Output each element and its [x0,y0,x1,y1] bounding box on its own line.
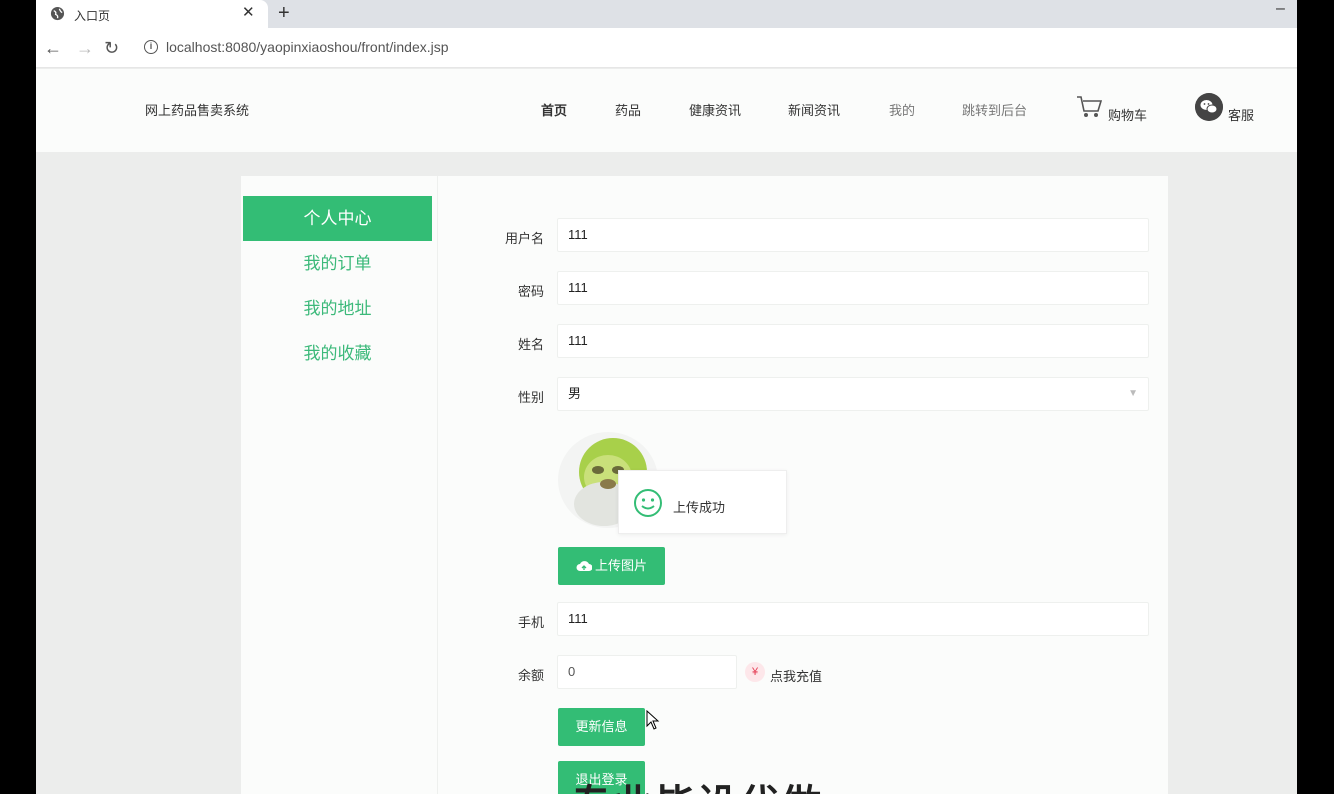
browser-window: 入口页 ✕ + – ← → ↻ i localhost:8080/yaopinx… [36,0,1297,794]
user-sidebar: 个人中心 我的订单 我的地址 我的收藏 [243,196,432,376]
minimize-button[interactable]: – [1276,0,1285,18]
address-bar: ← → ↻ i localhost:8080/yaopinxiaoshou/fr… [36,28,1297,68]
back-arrow-icon[interactable]: ← [44,38,62,58]
smile-icon [634,489,662,517]
cart-label[interactable]: 购物车 [1108,105,1147,124]
browser-tab[interactable]: 入口页 ✕ [36,0,268,28]
password-field[interactable]: 111 [557,271,1149,305]
cloud-upload-icon [576,561,592,571]
shopping-cart-icon[interactable] [1076,95,1104,119]
screen: 入口页 ✕ + – ← → ↻ i localhost:8080/yaopinx… [0,0,1334,794]
nav-item-home[interactable]: 首页 [541,100,567,119]
sidebar-item-orders[interactable]: 我的订单 [243,241,432,286]
name-field[interactable]: 111 [557,324,1149,358]
phone-label: 手机 [517,615,544,630]
gender-select[interactable]: 男 ▼ [557,377,1149,411]
mouse-cursor-icon [646,710,660,730]
gender-value: 男 [568,386,582,401]
globe-icon [50,6,65,21]
nav-item-medicine[interactable]: 药品 [615,100,641,119]
tab-title: 入口页 [74,9,111,23]
balance-label: 余额 [517,668,544,683]
site-title: 网上药品售卖系统 [145,103,250,118]
username-label: 用户名 [504,231,544,246]
upload-button-label: 上传图片 [594,558,647,573]
toast-message: 上传成功 [673,500,726,515]
site-header: 网上药品售卖系统 首页 药品 健康资讯 新闻资讯 我的 跳转到后台 购物车 客服 [36,69,1297,152]
sidebar-item-profile[interactable]: 个人中心 [243,196,432,241]
user-center-panel: 个人中心 我的订单 我的地址 我的收藏 用户名 111 密码 111 姓名 11… [241,176,1168,794]
nav-item-mine[interactable]: 我的 [889,100,915,119]
chevron-down-icon: ▼ [1128,388,1138,399]
reload-icon[interactable]: ↻ [104,38,119,58]
recharge-link[interactable]: 点我充值 [770,666,822,685]
name-label: 姓名 [517,337,544,352]
sidebar-item-address[interactable]: 我的地址 [243,286,432,331]
tab-bar: 入口页 ✕ + – [36,0,1297,28]
watermark-overlay: 专业毕设代做 [571,772,823,794]
tab-close-icon[interactable]: ✕ [242,4,255,22]
password-label: 密码 [517,284,544,299]
nav-item-news[interactable]: 新闻资讯 [788,100,840,119]
site-info-icon[interactable]: i [144,40,158,54]
yen-icon[interactable]: ¥ [745,662,765,682]
new-tab-button[interactable]: + [278,2,290,24]
forward-arrow-icon[interactable]: → [76,38,94,58]
upload-success-toast: 上传成功 [618,470,787,534]
phone-field[interactable]: 111 [557,602,1149,636]
wechat-icon[interactable] [1195,93,1223,121]
nav-item-backend[interactable]: 跳转到后台 [962,100,1027,119]
sidebar-item-favorites[interactable]: 我的收藏 [243,331,432,376]
panel-divider [437,176,438,794]
url-input[interactable]: localhost:8080/yaopinxiaoshou/front/inde… [166,39,449,55]
gender-label: 性别 [517,390,544,405]
service-label[interactable]: 客服 [1228,105,1254,124]
balance-field: 0 [557,655,737,689]
update-info-button[interactable]: 更新信息 [558,708,645,746]
upload-image-button[interactable]: 上传图片 [558,547,665,585]
nav-item-health-news[interactable]: 健康资讯 [689,100,741,119]
username-field[interactable]: 111 [557,218,1149,252]
